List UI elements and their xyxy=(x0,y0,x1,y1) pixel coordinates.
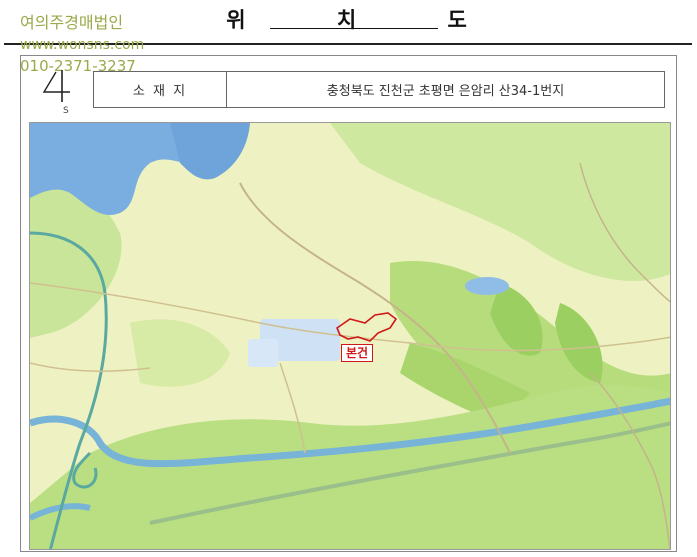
north-arrow-letter: S xyxy=(63,106,69,116)
title-underline xyxy=(270,28,438,29)
location-map[interactable] xyxy=(29,122,671,550)
watermark-company: 여의주경매법인 xyxy=(20,13,124,32)
location-label: 소 재 지 xyxy=(94,72,227,107)
location-address: 충청북도 진천군 초평면 은암리 산34-1번지 xyxy=(326,84,565,99)
map-pond xyxy=(465,277,509,295)
subject-marker-label: 본건 xyxy=(341,344,374,362)
north-arrow-icon: S xyxy=(40,68,84,116)
location-table: 소 재 지 충청북도 진천군 초평면 은암리 산34-1번지 xyxy=(93,71,665,108)
map-urban-area xyxy=(248,339,278,367)
watermark-website: www.wonsns.com xyxy=(20,37,145,53)
